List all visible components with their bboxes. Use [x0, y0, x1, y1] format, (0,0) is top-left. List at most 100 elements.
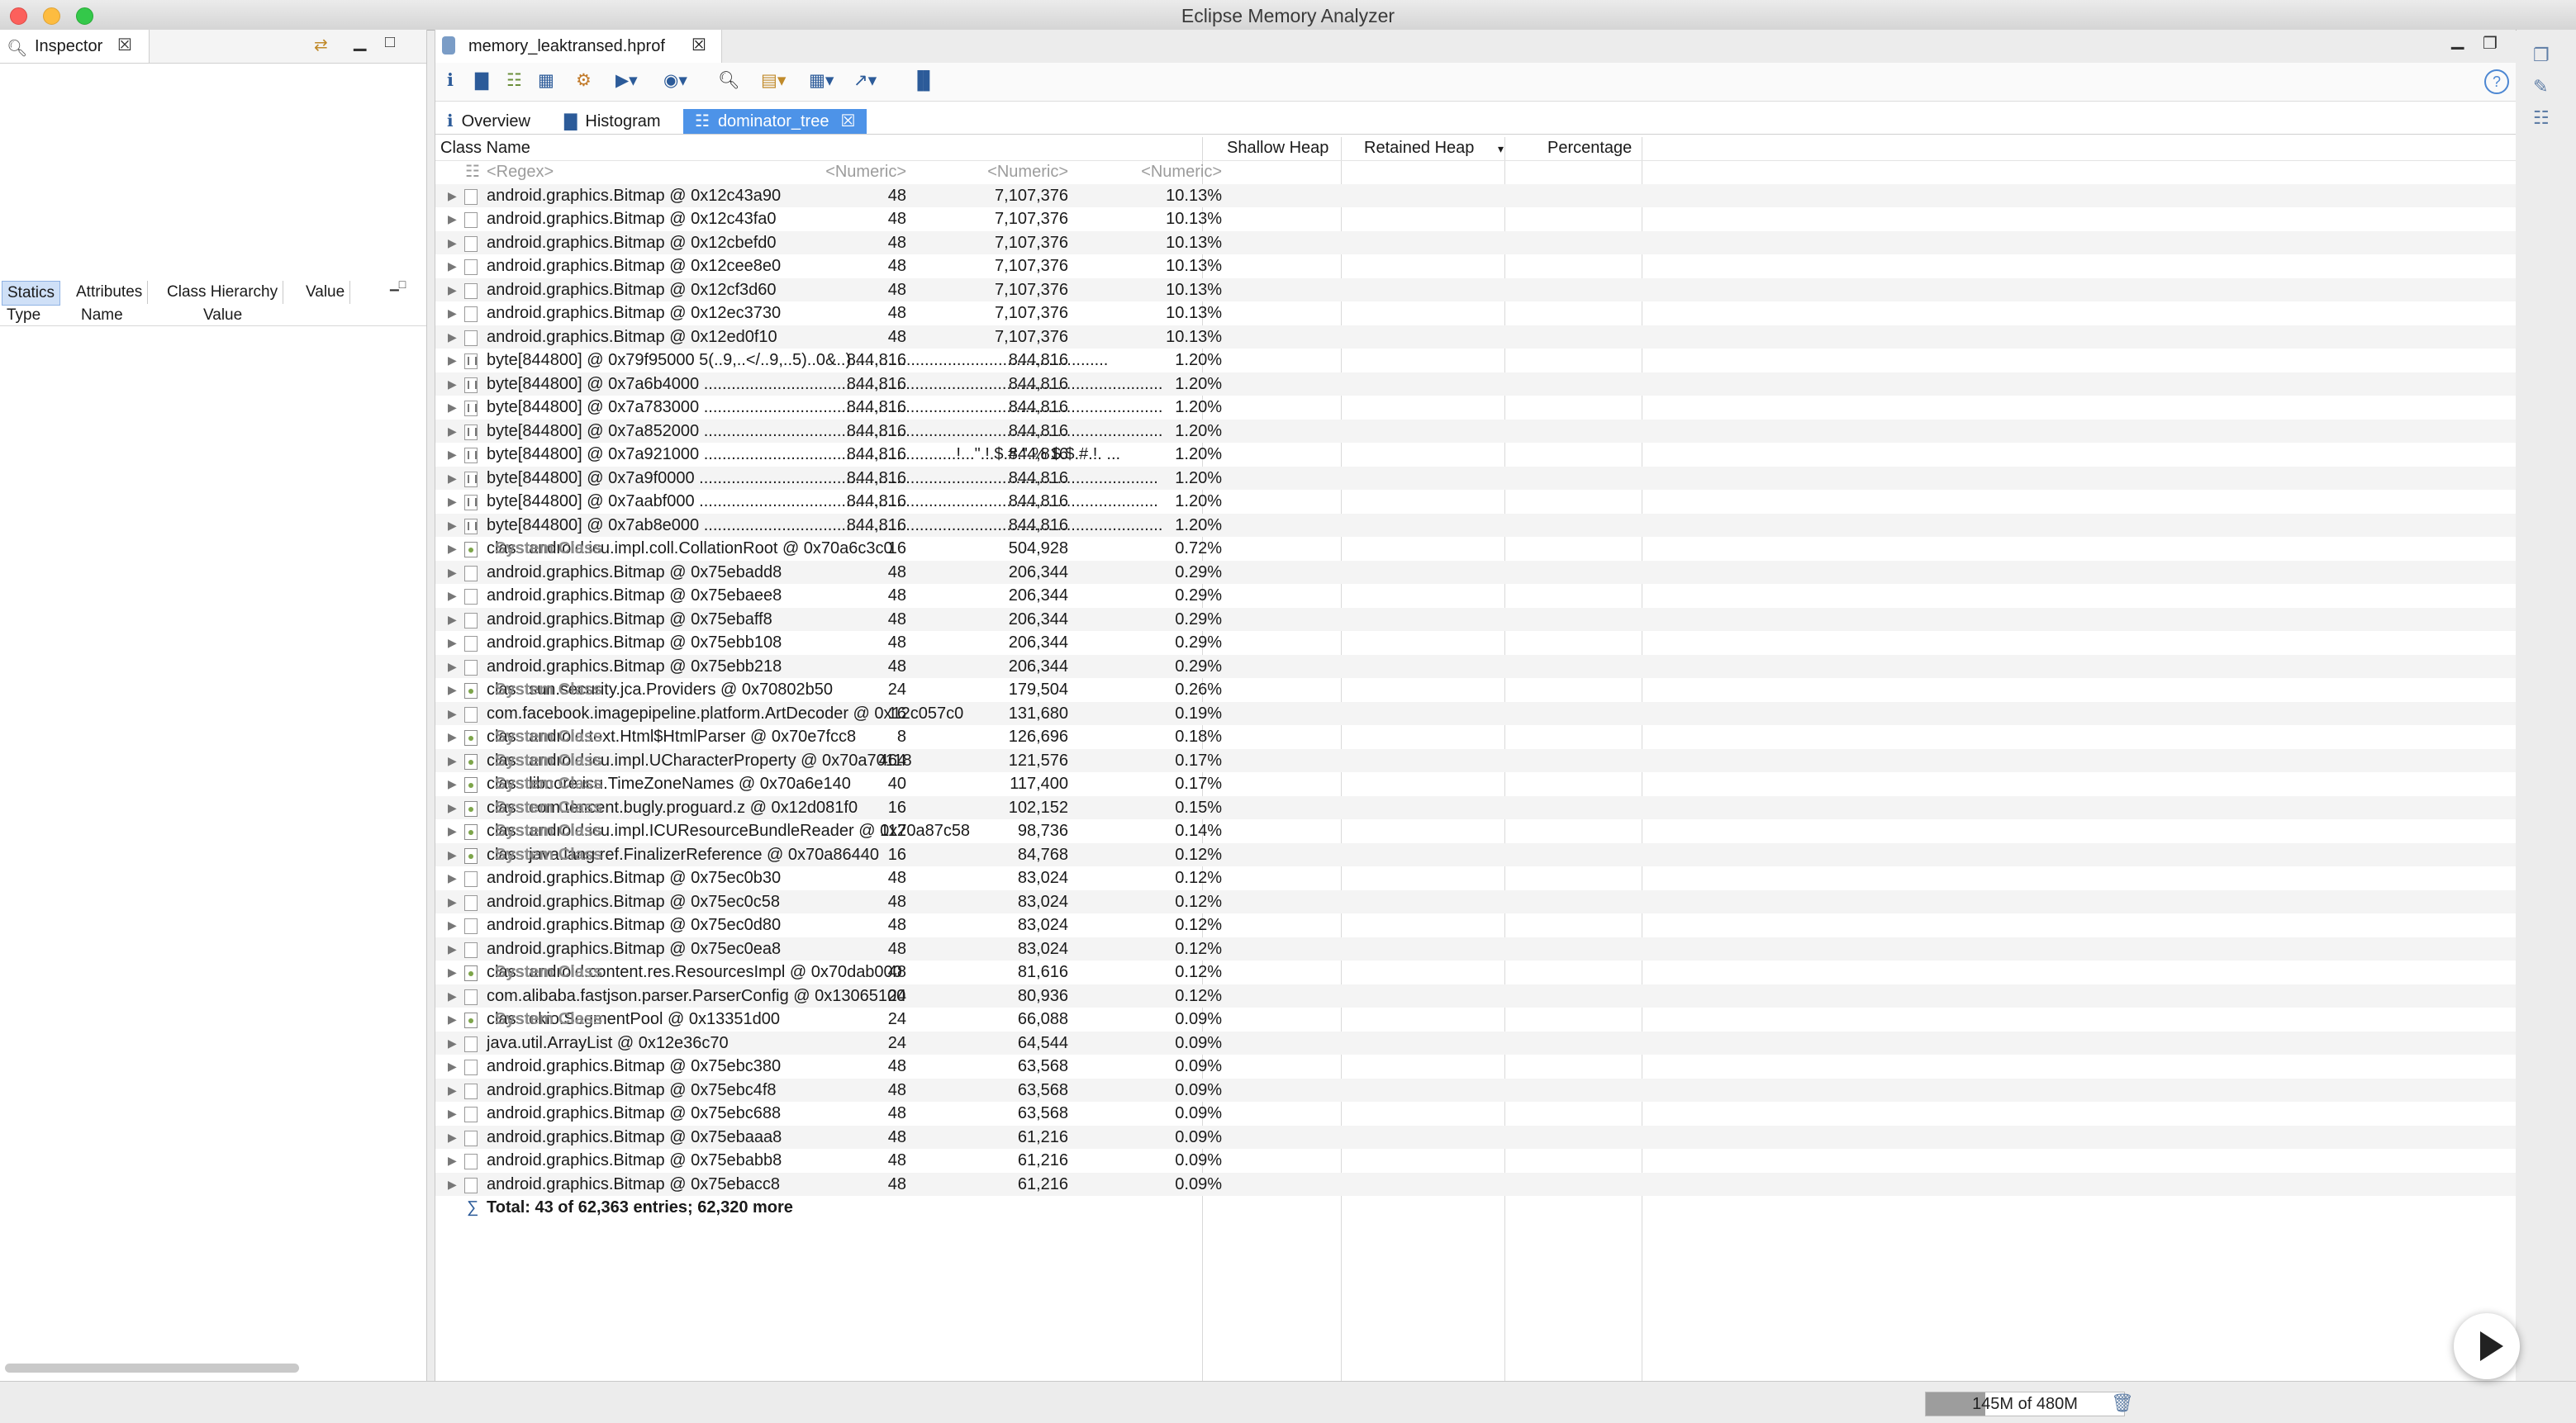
table-row[interactable]: ▶ java.util.ArrayList @ 0x12e36c70 24 64,54…: [435, 1031, 2516, 1055]
expand-arrow-icon[interactable]: ▶: [448, 372, 457, 396]
expand-arrow-icon[interactable]: ▶: [448, 1173, 457, 1196]
table-row[interactable]: ▶ android.graphics.Bitmap @ 0x75ebc688 48 6…: [435, 1102, 2516, 1125]
table-row[interactable]: ▶ class okio.SegmentPool @ 0x13351d00 Syst…: [435, 1008, 2516, 1031]
table-row[interactable]: ▶ class android.icu.impl.coll.CollationRo…: [435, 537, 2516, 560]
maximize-icon[interactable]: □: [385, 33, 395, 52]
table-row[interactable]: ▶ class com.tencent.bugly.proguard.z @ 0x…: [435, 795, 2516, 819]
expand-arrow-icon[interactable]: ▶: [448, 937, 457, 961]
table-row[interactable]: ▶ android.graphics.Bitmap @ 0x75ebadd8 48 2…: [435, 560, 2516, 584]
table-row[interactable]: ▶ byte[844800] @ 0x7a783000 .............…: [435, 396, 2516, 419]
table-row[interactable]: ▶ class java.lang.ref.FinalizerReference …: [435, 842, 2516, 866]
query-browser-icon[interactable]: ◉▾: [663, 69, 687, 92]
column-retained-heap[interactable]: Retained Heap: [1364, 139, 1474, 158]
expand-arrow-icon[interactable]: ▶: [448, 301, 457, 325]
table-row[interactable]: ▶ class android.icu.impl.UCharacterProper…: [435, 748, 2516, 772]
expand-arrow-icon[interactable]: ▶: [448, 819, 457, 842]
export-icon[interactable]: ↗▾: [853, 69, 877, 92]
numeric-filter-percentage[interactable]: <Numeric>: [1090, 160, 1222, 183]
table-row[interactable]: ▶ android.graphics.Bitmap @ 0x75ebaee8 48 2…: [435, 584, 2516, 607]
column-type[interactable]: Type: [7, 306, 40, 325]
tab-class-hierarchy[interactable]: Class Hierarchy: [162, 281, 284, 304]
expand-arrow-icon[interactable]: ▶: [448, 866, 457, 889]
play-button[interactable]: [2454, 1313, 2520, 1379]
table-row[interactable]: ▶ class android.text.Html$HtmlParser @ 0x…: [435, 725, 2516, 748]
minimize-icon[interactable]: ▁□: [390, 277, 406, 292]
table-row[interactable]: ▶ android.graphics.Bitmap @ 0x75ebc380 48 6…: [435, 1055, 2516, 1078]
table-row[interactable]: ▶ android.graphics.Bitmap @ 0x75ebb218 48 2…: [435, 654, 2516, 678]
expand-arrow-icon[interactable]: ▶: [448, 325, 457, 349]
expand-arrow-icon[interactable]: ▶: [448, 278, 457, 301]
inspector-tab[interactable]: 🔍︎ Inspector ☒: [0, 30, 150, 63]
column-percentage[interactable]: Percentage: [1547, 139, 1632, 158]
group-by-icon[interactable]: ▤▾: [761, 69, 786, 92]
expand-arrow-icon[interactable]: ▶: [448, 655, 457, 678]
filter-row[interactable]: ☷ <Regex> <Numeric> <Numeric> <Numeric>: [435, 160, 2516, 183]
search-icon[interactable]: 🔍︎: [718, 69, 740, 92]
table-row[interactable]: ▶ android.graphics.Bitmap @ 0x75ec0c58 48 8…: [435, 889, 2516, 913]
table-row[interactable]: ▶ byte[844800] @ 0x79f95000 5(..9,..</..9…: [435, 349, 2516, 372]
tab-attributes[interactable]: Attributes: [71, 281, 149, 304]
table-row[interactable]: ▶ class libcore.icu.TimeZoneNames @ 0x70a…: [435, 772, 2516, 795]
expand-arrow-icon[interactable]: ▶: [448, 443, 457, 466]
navigator-icon[interactable]: ☷: [2533, 107, 2550, 129]
expand-arrow-icon[interactable]: ▶: [448, 254, 457, 277]
close-icon[interactable]: ☒: [117, 35, 132, 55]
table-row[interactable]: ▶ android.graphics.Bitmap @ 0x75ebaaa8 48 6…: [435, 1125, 2516, 1149]
expand-arrow-icon[interactable]: ▶: [448, 537, 457, 560]
calculate-icon[interactable]: ▦▾: [809, 69, 834, 92]
expand-arrow-icon[interactable]: ▶: [448, 584, 457, 607]
expand-arrow-icon[interactable]: ▶: [448, 420, 457, 443]
expand-arrow-icon[interactable]: ▶: [448, 1126, 457, 1149]
expand-arrow-icon[interactable]: ▶: [448, 1055, 457, 1078]
notes-icon[interactable]: ✎: [2533, 76, 2548, 97]
heap-status[interactable]: 145M of 480M: [1925, 1392, 2125, 1416]
table-row[interactable]: ▶ android.graphics.Bitmap @ 0x75ebc4f8 48 6…: [435, 1078, 2516, 1102]
file-tab[interactable]: memory_leaktransed.hprof ☒: [435, 30, 722, 63]
table-row[interactable]: ▶ android.graphics.Bitmap @ 0x12cf3d60 48 7…: [435, 277, 2516, 301]
close-icon[interactable]: ☒: [840, 112, 855, 130]
expand-arrow-icon[interactable]: ▶: [448, 843, 457, 866]
compare-icon[interactable]: ▐▌: [911, 69, 936, 92]
table-row[interactable]: ▶ android.graphics.Bitmap @ 0x12ed0f10 48 7…: [435, 325, 2516, 349]
table-row[interactable]: ▶ class android.content.res.ResourcesImpl…: [435, 961, 2516, 984]
column-class-name[interactable]: Class Name: [440, 139, 530, 158]
expand-arrow-icon[interactable]: ▶: [448, 772, 457, 795]
expand-arrow-icon[interactable]: ▶: [448, 890, 457, 913]
table-row[interactable]: ▶ android.graphics.Bitmap @ 0x75ebb108 48 2…: [435, 631, 2516, 654]
minimize-icon[interactable]: ▁: [2451, 30, 2464, 50]
table-row[interactable]: ▶ byte[844800] @ 0x7a9f0000 .............…: [435, 466, 2516, 490]
expand-arrow-icon[interactable]: ▶: [448, 1149, 457, 1172]
table-row[interactable]: ▶ byte[844800] @ 0x7a921000 .............…: [435, 443, 2516, 466]
table-row[interactable]: ▶ android.graphics.Bitmap @ 0x75ec0b30 48 8…: [435, 866, 2516, 889]
expand-arrow-icon[interactable]: ▶: [448, 913, 457, 937]
expand-arrow-icon[interactable]: ▶: [448, 184, 457, 207]
info-icon[interactable]: ℹ: [447, 69, 454, 92]
table-row[interactable]: ▶ byte[844800] @ 0x7a6b4000 .............…: [435, 372, 2516, 396]
tab-dominator-tree[interactable]: ☷ dominator_tree ☒: [683, 109, 867, 134]
histogram-icon[interactable]: ▇: [475, 69, 488, 92]
table-row[interactable]: ▶ byte[844800] @ 0x7a852000 .............…: [435, 419, 2516, 443]
expand-arrow-icon[interactable]: ▶: [448, 608, 457, 631]
expand-arrow-icon[interactable]: ▶: [448, 725, 457, 748]
table-row[interactable]: ▶ android.graphics.Bitmap @ 0x75ebacc8 48 6…: [435, 1172, 2516, 1196]
restore-icon[interactable]: ❐: [2533, 45, 2550, 66]
column-value[interactable]: Value: [203, 306, 242, 325]
run-report-icon[interactable]: ▶▾: [615, 69, 638, 92]
column-name[interactable]: Name: [81, 306, 123, 325]
expand-arrow-icon[interactable]: ▶: [448, 796, 457, 819]
table-row[interactable]: ▶ android.graphics.Bitmap @ 0x75ebabb8 48 6…: [435, 1149, 2516, 1172]
numeric-filter-shallow[interactable]: <Numeric>: [774, 160, 906, 183]
sync-icon[interactable]: ⇄: [314, 35, 328, 55]
close-icon[interactable]: ☒: [692, 35, 706, 55]
expand-arrow-icon[interactable]: ▶: [448, 749, 457, 772]
table-row[interactable]: ▶ android.graphics.Bitmap @ 0x75ec0ea8 48 8…: [435, 937, 2516, 961]
oql-icon[interactable]: ▦: [538, 69, 554, 92]
table-row[interactable]: ▶ android.graphics.Bitmap @ 0x75ec0d80 48 8…: [435, 913, 2516, 937]
table-row[interactable]: ▶ com.alibaba.fastjson.parser.ParserConfi…: [435, 984, 2516, 1008]
expand-arrow-icon[interactable]: ▶: [448, 1102, 457, 1125]
table-row[interactable]: ▶ byte[844800] @ 0x7ab8e000 .............…: [435, 513, 2516, 537]
expand-arrow-icon[interactable]: ▶: [448, 678, 457, 701]
expand-arrow-icon[interactable]: ▶: [448, 961, 457, 984]
dominator-tree-icon[interactable]: ☷: [506, 69, 522, 92]
restore-icon[interactable]: ❐: [2483, 33, 2498, 54]
